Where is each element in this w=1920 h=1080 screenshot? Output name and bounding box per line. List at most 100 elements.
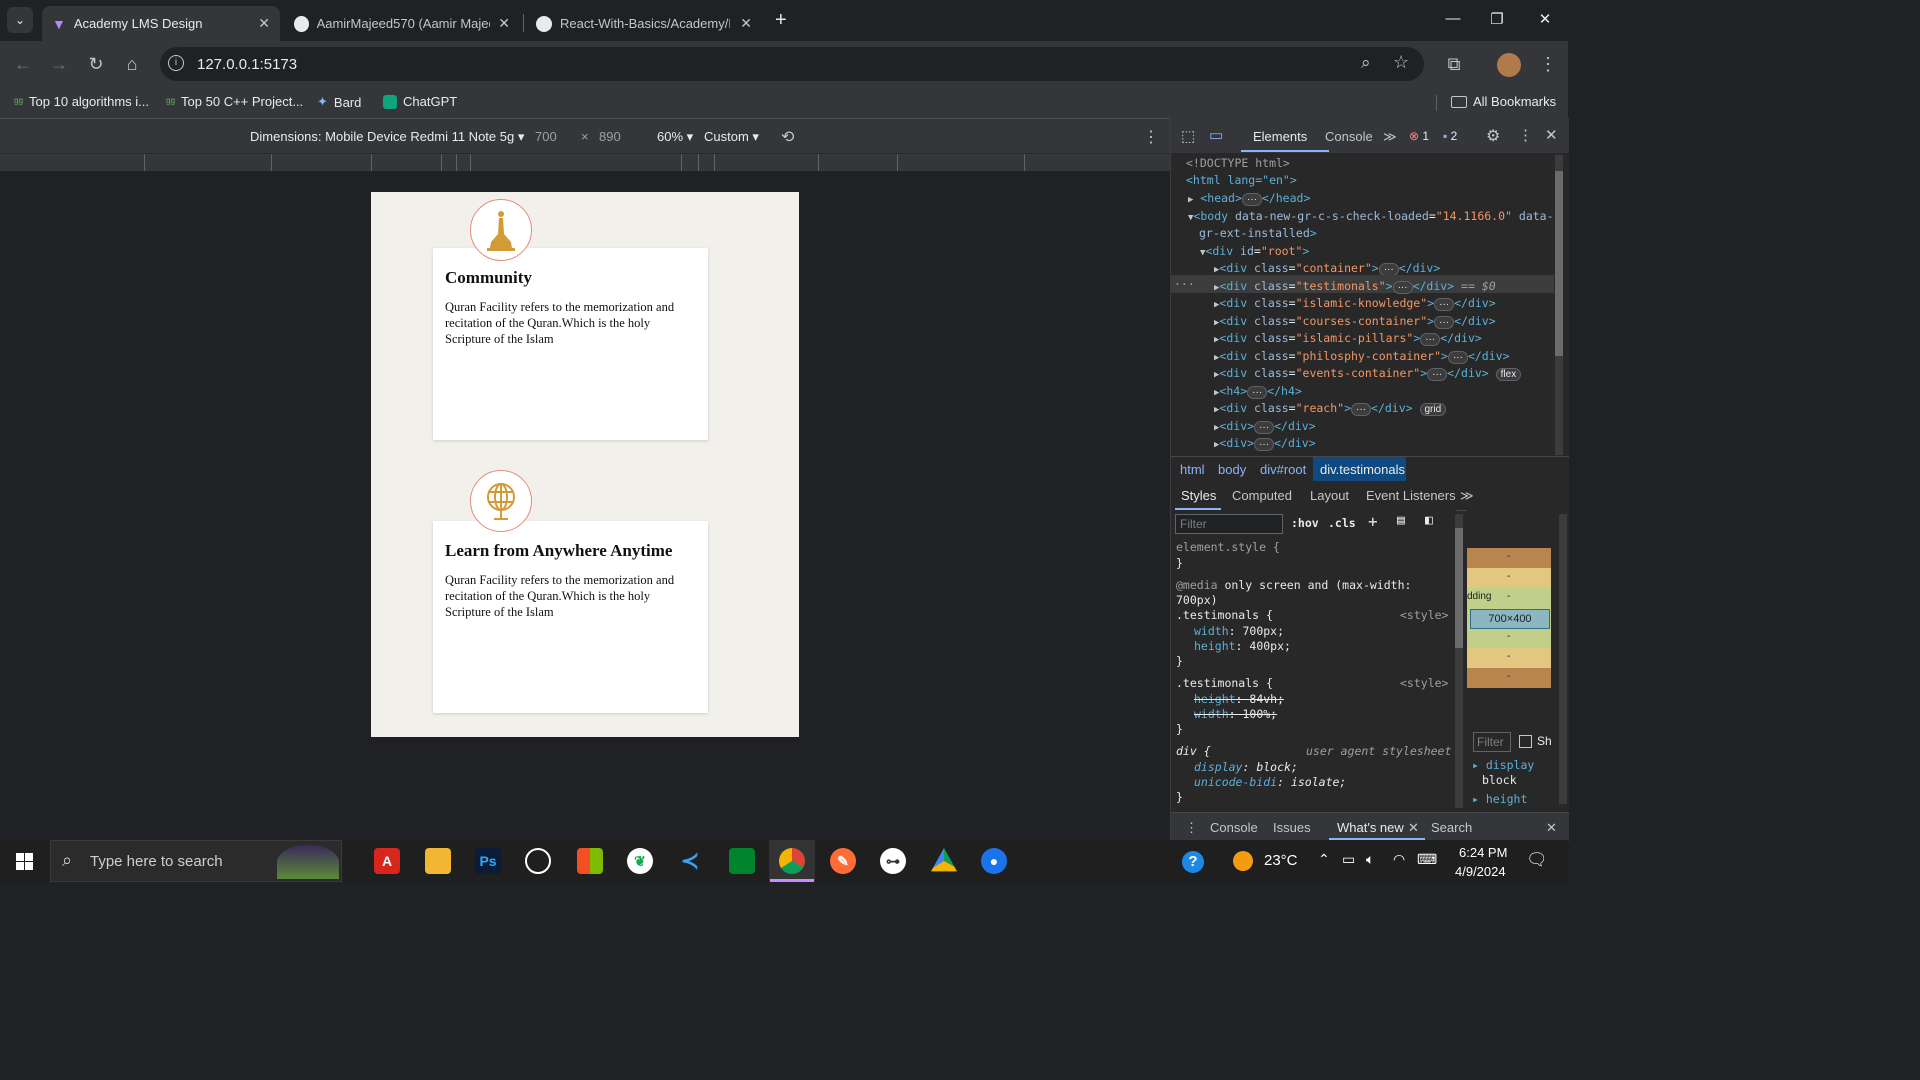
- drawer-tab-issues[interactable]: Issues: [1273, 820, 1311, 835]
- throttle-select[interactable]: Custom ▾: [704, 129, 759, 145]
- drawer-tab-whats-new[interactable]: What's new: [1337, 820, 1404, 835]
- settings-icon[interactable]: ⚙: [1486, 126, 1500, 146]
- help-icon[interactable]: ?: [1182, 851, 1204, 873]
- wifi-icon[interactable]: ◠: [1393, 851, 1405, 868]
- message-badge[interactable]: ▪ 2: [1443, 129, 1457, 143]
- tab-layout[interactable]: Layout: [1310, 488, 1349, 503]
- acrobat-icon[interactable]: A: [374, 848, 400, 874]
- dom-html[interactable]: <html lang="en">: [1186, 173, 1297, 187]
- decl-height[interactable]: height: 400px;: [1194, 639, 1291, 653]
- dom-node-div[interactable]: ▶<div> ··· </div>: [1214, 419, 1316, 434]
- zoom-select[interactable]: 60% ▾: [657, 129, 693, 145]
- dom-node-container[interactable]: ▶<div class="container"> ··· </div>: [1214, 261, 1440, 276]
- rotate-icon[interactable]: ⟲: [781, 127, 794, 147]
- decl-width[interactable]: width: 700px;: [1194, 624, 1284, 638]
- dom-scrollbar[interactable]: [1555, 155, 1563, 455]
- microsoft-store-icon[interactable]: [577, 848, 603, 874]
- menu-icon[interactable]: ⋮: [1537, 53, 1559, 75]
- battery-icon[interactable]: ▭: [1342, 851, 1355, 868]
- bookmark-item[interactable]: ChatGPT: [383, 94, 457, 109]
- computed-display[interactable]: ▸ display: [1472, 758, 1534, 772]
- crumb-testimonals[interactable]: div.testimonals: [1320, 462, 1405, 477]
- box-padding-value[interactable]: -: [1507, 591, 1510, 602]
- more-options-icon[interactable]: ⋮: [1143, 127, 1159, 147]
- tab-styles[interactable]: Styles: [1181, 488, 1216, 503]
- decl-height-overridden[interactable]: height: 84vh;: [1194, 692, 1284, 706]
- bookmark-star-icon[interactable]: ☆: [1393, 52, 1409, 73]
- close-whats-new-icon[interactable]: ✕: [1408, 820, 1419, 836]
- grid-badge[interactable]: grid: [1419, 403, 1447, 416]
- mongodb-icon[interactable]: ❦: [627, 848, 653, 874]
- box-margin-value[interactable]: -: [1507, 671, 1510, 682]
- crumb-root[interactable]: div#root: [1260, 462, 1306, 477]
- postman-icon[interactable]: ✎: [830, 848, 856, 874]
- tab-console[interactable]: Console: [1325, 129, 1373, 144]
- dom-head[interactable]: ▶ <head> ··· </head>: [1188, 191, 1310, 206]
- extensions-icon[interactable]: ⧉: [1443, 53, 1465, 75]
- rule-source-link[interactable]: <style>: [1400, 676, 1448, 690]
- close-tab-icon[interactable]: ✕: [258, 15, 270, 32]
- home-icon[interactable]: ⌂: [121, 53, 143, 75]
- tab-event-listeners[interactable]: Event Listeners: [1366, 488, 1456, 503]
- more-tabs-icon[interactable]: ≫: [1383, 129, 1397, 145]
- box-border-value[interactable]: -: [1507, 651, 1510, 662]
- crumb-body[interactable]: body: [1218, 462, 1246, 477]
- media-query-ruler[interactable]: [0, 153, 1170, 172]
- width-input[interactable]: 700: [535, 129, 557, 144]
- drawer-tab-console[interactable]: Console: [1210, 820, 1258, 835]
- dom-node-reach[interactable]: ▶<div class="reach"> ··· </div> grid: [1214, 401, 1447, 416]
- styles-scrollbar[interactable]: [1455, 514, 1463, 808]
- error-badge[interactable]: ⊗ 1: [1409, 129, 1429, 143]
- back-icon[interactable]: ←: [12, 53, 34, 75]
- paint-icon[interactable]: ▤: [1397, 513, 1405, 528]
- chrome-icon[interactable]: [779, 848, 805, 874]
- box-border-value[interactable]: -: [1507, 571, 1510, 582]
- show-hidden-icons[interactable]: ⌃: [1318, 851, 1330, 868]
- box-margin-value[interactable]: -: [1507, 551, 1510, 562]
- google-drive-icon[interactable]: [931, 848, 957, 872]
- profile-avatar[interactable]: [1497, 53, 1521, 77]
- styles-filter-input[interactable]: Filter: [1175, 514, 1283, 534]
- app-icon[interactable]: ⊶: [880, 848, 906, 874]
- close-tab-icon[interactable]: ✕: [740, 15, 752, 32]
- hov-toggle[interactable]: :hov: [1291, 516, 1319, 530]
- computed-height[interactable]: ▸ height: [1472, 792, 1527, 806]
- inspect-icon[interactable]: ⬚: [1181, 127, 1195, 145]
- box-padding-value[interactable]: -: [1507, 631, 1510, 642]
- meet-icon[interactable]: [729, 848, 755, 874]
- height-input[interactable]: 890: [599, 129, 621, 144]
- vscode-icon[interactable]: ≺: [677, 848, 703, 874]
- rule-selector[interactable]: .testimonals {: [1176, 676, 1273, 690]
- weather-icon[interactable]: [1233, 851, 1253, 871]
- forward-icon[interactable]: →: [48, 53, 70, 75]
- keyboard-icon[interactable]: ⌨: [1417, 851, 1437, 868]
- windows-start-icon[interactable]: [16, 853, 33, 870]
- dom-node-islamic-knowledge[interactable]: ▶<div class="islamic-knowledge"> ··· </div…: [1214, 296, 1496, 311]
- dom-node-testimonals[interactable]: ▶<div class="testimonals"> ··· </div> == $…: [1214, 279, 1496, 294]
- site-info-icon[interactable]: i: [168, 55, 184, 71]
- cls-toggle[interactable]: .cls: [1328, 516, 1356, 530]
- taskbar-search[interactable]: ⌕ Type here to search: [50, 840, 342, 882]
- rule-source-link[interactable]: <style>: [1400, 608, 1448, 622]
- show-all-checkbox[interactable]: [1519, 735, 1532, 748]
- computed-scrollbar[interactable]: [1559, 514, 1567, 804]
- rule-selector[interactable]: .testimonals {: [1176, 608, 1273, 622]
- clock-time[interactable]: 6:24 PM: [1459, 845, 1507, 860]
- close-window-button[interactable]: ✕: [1535, 10, 1555, 28]
- bookmark-item[interactable]: ᵍᵍ Top 50 C++ Project...: [166, 94, 303, 109]
- minimize-button[interactable]: —: [1443, 10, 1463, 27]
- messages-icon[interactable]: ●: [981, 848, 1007, 874]
- device-toggle-icon[interactable]: ▭: [1209, 126, 1223, 144]
- dom-doctype[interactable]: <!DOCTYPE html>: [1186, 156, 1290, 170]
- new-rule-icon[interactable]: +: [1368, 512, 1378, 531]
- zoom-icon[interactable]: ⌕: [1361, 53, 1371, 73]
- bookmark-item[interactable]: ✦ Bard: [317, 94, 361, 110]
- weather-temp[interactable]: 23°C: [1264, 852, 1298, 869]
- clock-date[interactable]: 4/9/2024: [1455, 864, 1506, 879]
- dom-node-philosphy[interactable]: ▶<div class="philosphy-container"> ··· </d…: [1214, 349, 1510, 364]
- drawer-tab-search[interactable]: Search: [1431, 820, 1472, 835]
- whatsapp-icon[interactable]: [525, 848, 551, 874]
- url-text[interactable]: 127.0.0.1:5173: [197, 56, 297, 73]
- close-tab-icon[interactable]: ✕: [498, 15, 510, 32]
- customize-icon[interactable]: ⋮: [1518, 126, 1533, 144]
